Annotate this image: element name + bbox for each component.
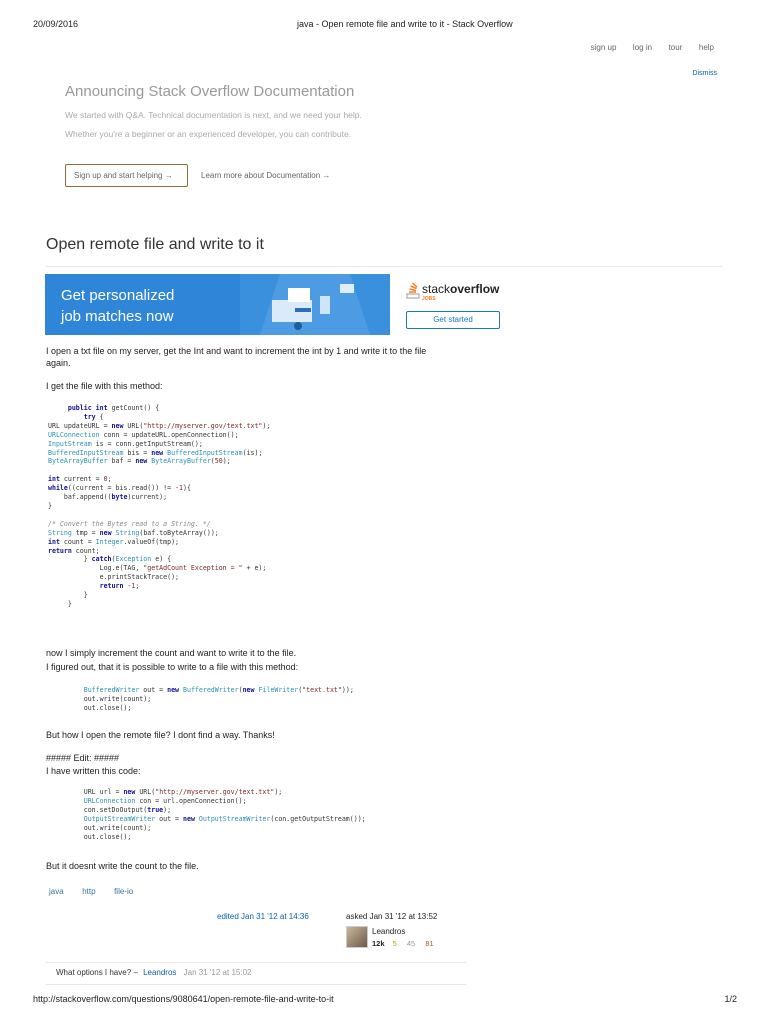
question-para-1: I open a txt file on my server, get the … [46,346,427,368]
top-nav: sign up log in tour help [577,42,714,52]
question-para-2: I get the file with this method: [46,381,163,391]
comment-text: What options I have? – [56,968,138,977]
tag-http[interactable]: http [82,887,95,896]
banner-line-1: We started with Q&A. Technical documenta… [65,110,362,120]
signup-helping-button[interactable]: Sign up and start helping → [65,164,188,187]
nav-login[interactable]: log in [633,43,652,52]
banner-title: Announcing Stack Overflow Documentation [65,83,355,100]
bronze-badge-count: 81 [425,939,434,948]
stackoverflow-logo-icon [406,282,420,299]
ad-line-2: job matches now [61,308,174,325]
nav-help[interactable]: help [699,43,714,52]
comment-divider [46,962,466,963]
user-link[interactable]: Leandros [372,927,405,936]
nav-signup[interactable]: sign up [591,43,617,52]
footer-url: http://stackoverflow.com/questions/90806… [33,994,334,1004]
brand-jobs: JOBS [422,296,436,302]
print-date: 20/09/2016 [33,19,79,29]
gold-badge-count: 5 [392,939,397,948]
question-title[interactable]: Open remote file and write to it [46,236,264,254]
page-number: 1/2 [724,994,737,1004]
title-divider [46,266,722,267]
question-para-7: I have written this code: [46,766,141,776]
ad-get-started-button[interactable]: Get started [406,311,500,329]
nav-tour[interactable]: tour [669,43,683,52]
question-para-8: But it doesnt write the count to the fil… [46,861,199,871]
jobs-ad[interactable]: Get personalized job matches now stackov… [45,274,518,335]
edited-link[interactable]: edited Jan 31 '12 at 14:36 [217,912,309,921]
brand-stack: stack [422,282,451,296]
tag-list: java http file-io [49,886,149,896]
avatar[interactable] [346,926,368,948]
question-para-3: now I simply increment the count and wan… [46,648,297,658]
code-block-1: public int getCount() { try { URL update… [48,404,271,608]
ad-brand: stackoverflow [422,282,499,296]
code-block-2: BufferedWriter out = new BufferedWriter(… [83,686,354,712]
asked-date: asked Jan 31 '12 at 13:52 [346,912,438,921]
rep-score: 12k [372,939,385,948]
question-para-4: I figured out, that it is possible to wr… [46,662,299,672]
learn-docs-link[interactable]: Learn more about Documentation → [201,171,330,180]
comment-user-link[interactable]: Leandros [143,968,176,977]
ad-right-panel: stackoverflow JOBS Get started [390,274,518,335]
question-para-5: But how I open the remote file? I dont f… [46,730,275,740]
tag-java[interactable]: java [49,887,64,896]
question-para-6: ##### Edit: ##### [46,753,120,763]
comment-date: Jan 31 '12 at 15:02 [183,968,252,977]
user-reputation: 12k 5 45 81 [372,939,434,948]
page-title-header: java - Open remote file and write to it … [297,19,513,29]
office-illustration-icon [240,274,390,335]
ad-line-1: Get personalized [61,287,175,304]
dismiss-link[interactable]: Dismiss [693,70,718,77]
tag-file-io[interactable]: file-io [114,887,133,896]
code-block-3: URL url = new URL("http://myserver.gov/t… [48,788,366,841]
comment-bottom-divider [46,984,466,985]
brand-overflow: overflow [450,282,500,296]
comment: What options I have? – Leandros Jan 31 '… [56,968,251,977]
banner-line-2: Whether you're a beginner or an experien… [65,129,352,139]
silver-badge-count: 45 [406,939,416,948]
